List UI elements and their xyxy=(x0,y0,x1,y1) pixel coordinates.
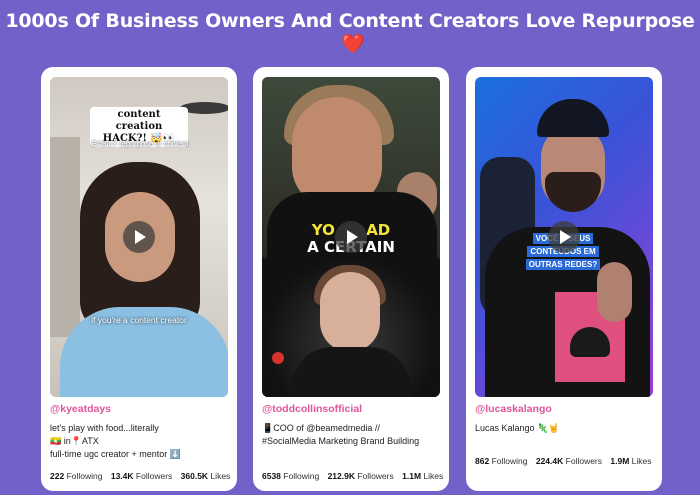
video-caption: if you're a content creator xyxy=(91,315,187,325)
video-scene-light xyxy=(272,352,284,364)
followers-label: Followers xyxy=(135,471,173,481)
creator-stats: 6538 Following 212.9K Followers 1.1M Lik… xyxy=(262,471,443,481)
likes-count: 1.1M xyxy=(402,471,422,481)
following-label: Following xyxy=(491,456,528,466)
followers-label: Followers xyxy=(565,456,603,466)
video-thumbnail[interactable]: content creation HACK?! 🤯👀 EASILY repurp… xyxy=(50,77,228,397)
video-scene-cap xyxy=(537,99,609,137)
play-icon[interactable] xyxy=(123,221,155,253)
video-scene-body xyxy=(292,347,410,397)
creator-bio: let's play with food...literally 🇲🇲 in📍A… xyxy=(50,422,232,461)
likes-label: Likes xyxy=(210,471,231,481)
followers-count: 13.4K xyxy=(110,471,134,481)
followers-count: 224.4K xyxy=(535,456,564,466)
bio-line: let's play with food...literally xyxy=(50,423,159,433)
followers-count: 212.9K xyxy=(327,471,355,481)
following-count: 6538 xyxy=(262,471,281,481)
creator-card-lucaskalango[interactable]: VOCÊ R SEUS CONTEÚDOS EM OUTRAS REDES? @… xyxy=(466,67,662,491)
likes-count: 360.5K xyxy=(180,471,209,481)
page-headline: 1000s Of Business Owners And Content Cre… xyxy=(0,10,700,55)
creator-handle[interactable]: @kyeatdays xyxy=(50,403,111,415)
caption-line: OUTRAS REDES? xyxy=(525,259,601,270)
bio-line: full-time ugc creator + mentor ⬇️ xyxy=(50,449,182,459)
bio-line: 📱COO of @beamedmedia // xyxy=(262,423,380,433)
followers-label: Followers xyxy=(357,471,394,481)
following-label: Following xyxy=(283,471,320,481)
bio-line: Lucas Kalango 🦎🤘 xyxy=(475,423,560,433)
creator-handle[interactable]: @toddcollinsofficial xyxy=(262,403,362,415)
headline-text: 1000s Of Business Owners And Content Cre… xyxy=(5,10,695,32)
likes-count: 1.9M xyxy=(610,456,630,466)
caption-yellow: AD xyxy=(366,221,391,239)
play-icon[interactable] xyxy=(548,221,580,253)
creator-handle[interactable]: @lucaskalango xyxy=(475,403,552,415)
likes-label: Likes xyxy=(423,471,444,481)
video-scene-beard xyxy=(545,172,601,212)
creator-card-kyeatdays[interactable]: content creation HACK?! 🤯👀 EASILY repurp… xyxy=(41,67,237,491)
following-count: 862 xyxy=(475,456,490,466)
bio-line: #SocialMedia Marketing Brand Building xyxy=(262,436,420,446)
video-thumbnail[interactable]: VOCÊ R SEUS CONTEÚDOS EM OUTRAS REDES? xyxy=(475,77,653,397)
caption-yellow: YO xyxy=(311,221,335,239)
video-scene-face xyxy=(320,272,380,352)
video-thumbnail[interactable]: YO AD A CERTAIN xyxy=(262,77,440,397)
video-scene-door xyxy=(50,137,80,337)
likes-label: Likes xyxy=(631,456,652,466)
creator-bio: Lucas Kalango 🦎🤘 xyxy=(475,422,657,435)
bio-line: 🇲🇲 in📍ATX xyxy=(50,436,99,446)
creator-stats: 862 Following 224.4K Followers 1.9M Like… xyxy=(475,456,652,466)
following-label: Following xyxy=(66,471,103,481)
creator-stats: 222 Following 13.4K Followers 360.5K Lik… xyxy=(50,471,230,481)
heart-icon: ❤️ xyxy=(341,33,365,55)
following-count: 222 xyxy=(50,471,65,481)
video-scene-hand xyxy=(597,262,632,322)
creator-card-toddcollinsofficial[interactable]: YO AD A CERTAIN @toddcollinsofficial 📱CO… xyxy=(253,67,449,491)
video-scene-face xyxy=(292,97,382,207)
creator-bio: 📱COO of @beamedmedia // #SocialMedia Mar… xyxy=(262,422,444,448)
video-subtitle: EASILY repurpose ur content xyxy=(91,139,189,148)
play-icon[interactable] xyxy=(335,221,367,253)
